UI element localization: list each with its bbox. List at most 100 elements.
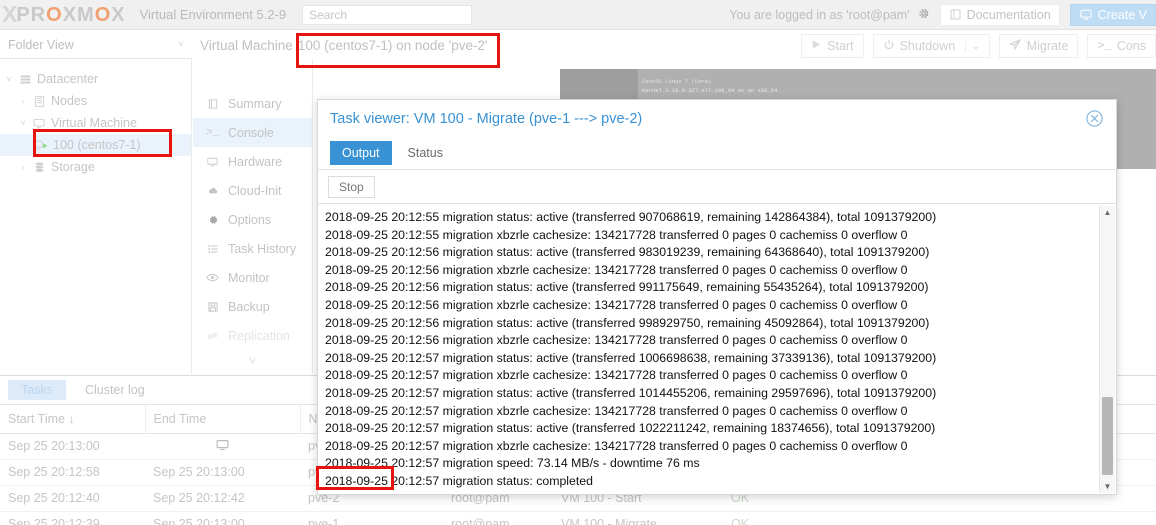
menu-item-cloud-init[interactable]: Cloud-Init: [193, 176, 312, 205]
cell-end-time: Sep 25 20:13:00: [145, 459, 300, 486]
scrollbar-thumb[interactable]: [1102, 397, 1113, 475]
vm-breadcrumb: Virtual Machine 100 (centos7-1) on node …: [200, 31, 488, 59]
top-header-right: You are logged in as 'root@pam' Document…: [729, 0, 1156, 29]
save-icon: [205, 301, 220, 313]
log-lines-container: 2018-09-25 20:12:55 migration status: ac…: [319, 206, 1099, 493]
cell-start-time: Sep 25 20:12:39: [0, 511, 145, 525]
start-button[interactable]: Start: [801, 34, 864, 58]
dialog-tabbar: Output Status: [318, 137, 1116, 170]
column-end-time[interactable]: End Time: [145, 405, 301, 434]
menu-item-monitor[interactable]: Monitor: [193, 263, 312, 292]
log-line: 2018-09-25 20:12:57 migration status: co…: [325, 473, 593, 488]
nodes-icon: [30, 95, 48, 108]
shutdown-button[interactable]: Shutdown ⌄: [872, 34, 990, 58]
documentation-label: Documentation: [966, 7, 1051, 22]
menu-item-label: Options: [228, 212, 272, 227]
menu-item-summary[interactable]: Summary: [193, 89, 312, 118]
menu-item-label: Console: [228, 125, 274, 140]
terminal-icon: >_: [1097, 39, 1112, 53]
menu-item-options[interactable]: Options: [193, 205, 312, 234]
log-line: 2018-09-25 20:12:57 migration xbzrle cac…: [325, 403, 908, 418]
expand-arrow-icon[interactable]: ›: [16, 162, 30, 172]
tab-output[interactable]: Output: [330, 141, 392, 165]
cell-user: root@pam: [443, 511, 553, 525]
column-start-time[interactable]: Start Time ↓: [0, 405, 146, 434]
scroll-down-icon[interactable]: ▼: [1104, 480, 1112, 493]
view-selector[interactable]: Folder View ˅: [0, 31, 192, 59]
log-scrollbar[interactable]: ▲ ▼: [1099, 206, 1115, 493]
tree-item-label: Virtual Machine: [51, 116, 137, 130]
chevron-down-icon[interactable]: ⌄: [965, 40, 980, 52]
menu-item-label: Monitor: [228, 270, 270, 285]
scroll-up-icon[interactable]: ▲: [1104, 206, 1112, 219]
log-line: 2018-09-25 20:12:57 migration xbzrle cac…: [325, 438, 908, 453]
tab-status[interactable]: Status: [396, 141, 455, 165]
expand-arrow-icon[interactable]: ˅: [2, 74, 16, 84]
gear-icon[interactable]: [917, 7, 930, 22]
tree-item-label: Datacenter: [37, 72, 99, 86]
product-version-label: Virtual Environment 5.2-9: [139, 7, 287, 22]
migrate-button[interactable]: Migrate: [998, 34, 1079, 58]
console-line-2: Kernel 3.10.0-327.el7.x86_64 on an x86_6…: [642, 87, 778, 94]
menu-item-label: Hardware: [228, 154, 283, 169]
dialog-toolbar: Stop: [318, 170, 1116, 204]
menu-item-task-history[interactable]: Task History: [193, 234, 312, 263]
menu-item-console[interactable]: >_ Console: [193, 118, 312, 147]
book-icon: [205, 98, 220, 110]
cell-start-time: Sep 25 20:12:40: [0, 485, 145, 512]
console-label: Cons: [1116, 39, 1146, 53]
stop-button[interactable]: Stop: [328, 175, 375, 198]
logo-wordmark: PROXMOX: [16, 3, 126, 26]
menu-item-hardware[interactable]: Hardware: [193, 147, 312, 176]
tab-tasks[interactable]: Tasks: [8, 380, 66, 400]
chevron-down-icon[interactable]: ˅: [178, 39, 184, 50]
list-icon: [205, 243, 220, 255]
dialog-title: Task viewer: VM 100 - Migrate (pve-1 ---…: [330, 110, 643, 127]
console-line-1: CentOS Linux 7 (Core): [642, 78, 712, 85]
replication-icon: ⇌: [207, 329, 218, 343]
close-icon[interactable]: [1085, 109, 1104, 128]
console-button[interactable]: >_ Cons: [1087, 34, 1156, 58]
menu-scroll-down-icon[interactable]: ˅: [193, 354, 312, 368]
cell-end-time: Sep 25 20:12:42: [145, 485, 300, 512]
expand-arrow-icon[interactable]: ›: [16, 96, 30, 106]
table-row[interactable]: Sep 25 20:12:39 Sep 25 20:13:00 pve-1 ro…: [0, 511, 1156, 525]
menu-item-replication[interactable]: ⇌ Replication: [193, 321, 312, 350]
datacenter-icon: [16, 73, 34, 86]
monitor-icon: [205, 156, 220, 168]
gear-icon: [205, 214, 220, 226]
menu-item-label: Cloud-Init: [228, 183, 282, 198]
search-input[interactable]: Search: [302, 4, 473, 25]
cloud-icon: [205, 185, 220, 197]
top-header-bar: X PROXMOX Virtual Environment 5.2-9 Sear…: [0, 0, 1156, 30]
eye-icon: [205, 272, 220, 283]
log-output-panel: 2018-09-25 20:12:55 migration status: ac…: [319, 206, 1115, 493]
logo-x-icon: X: [2, 1, 17, 27]
log-line: 2018-09-25 20:12:57 migration status: ac…: [325, 350, 937, 365]
play-icon: [811, 39, 822, 53]
menu-item-label: Replication: [228, 328, 290, 343]
cell-end-time: Sep 25 20:13:00: [145, 511, 300, 525]
storage-icon: [30, 161, 48, 174]
tree-item-datacenter[interactable]: ˅ Datacenter: [0, 68, 191, 90]
tree-item-nodes[interactable]: › Nodes: [0, 90, 191, 112]
book-icon: [949, 8, 962, 21]
menu-item-backup[interactable]: Backup: [193, 292, 312, 321]
menu-item-label: Backup: [228, 299, 270, 314]
vm-breadcrumb-prefix: Virtual Machine: [200, 37, 293, 53]
page-title: 100 (centos7-1) on node 'pve-2': [297, 37, 488, 53]
tree-item-virtual-machine[interactable]: ˅ Virtual Machine: [0, 112, 191, 134]
log-line: 2018-09-25 20:12:56 migration status: ac…: [325, 245, 930, 260]
shutdown-label: Shutdown: [899, 39, 956, 53]
tab-cluster-log[interactable]: Cluster log: [72, 380, 158, 400]
terminal-icon: >_: [205, 126, 220, 139]
menu-item-label: Summary: [228, 96, 282, 111]
create-vm-button[interactable]: Create V: [1069, 3, 1156, 26]
tree-item-vm-100[interactable]: 100 (centos7-1): [0, 134, 191, 156]
dialog-header: Task viewer: VM 100 - Migrate (pve-1 ---…: [318, 100, 1116, 137]
documentation-button[interactable]: Documentation: [939, 3, 1060, 26]
cell-node: pve-1: [300, 511, 443, 525]
scrollbar-track[interactable]: [1100, 219, 1115, 480]
expand-arrow-icon[interactable]: ˅: [16, 118, 30, 128]
tree-item-storage[interactable]: › Storage: [0, 156, 191, 178]
